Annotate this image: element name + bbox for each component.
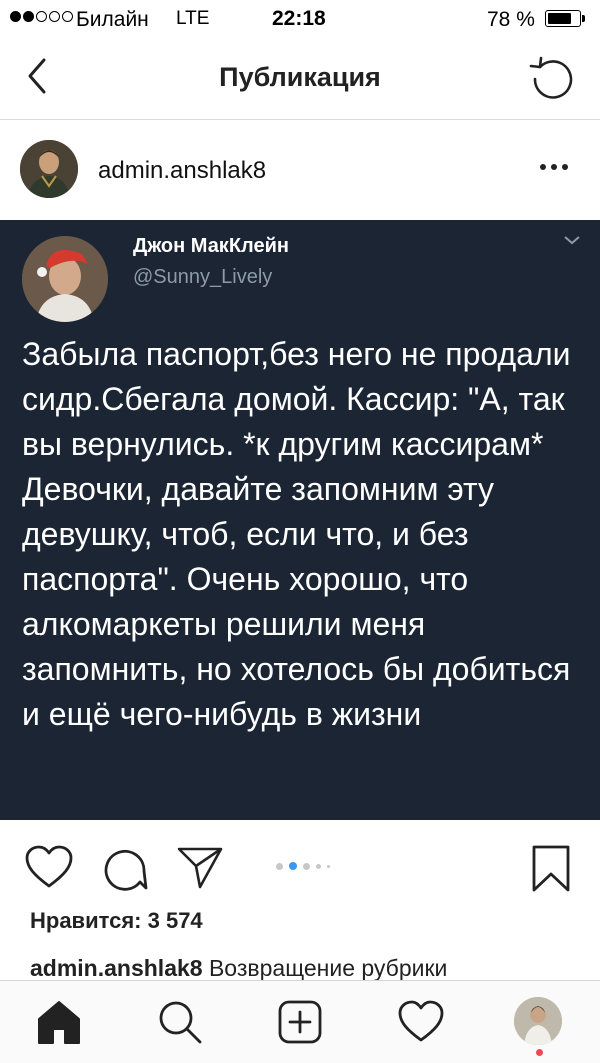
send-icon (177, 847, 223, 889)
status-bar: Билайн LTE 22:18 78 % (0, 0, 600, 40)
carousel-dot (316, 863, 321, 869)
home-icon (38, 1001, 80, 1044)
likes-count[interactable]: Нравится: 3 574 (30, 908, 203, 934)
tab-home[interactable] (35, 999, 83, 1045)
status-time: 22:18 (272, 7, 326, 30)
post-actions (0, 822, 600, 912)
post-header: admin.anshlak8 (0, 121, 600, 219)
nav-header: Публикация (0, 40, 600, 120)
carousel-indicator (276, 862, 330, 870)
chevron-down-icon (564, 236, 580, 245)
tab-search[interactable] (156, 999, 204, 1045)
add-icon (278, 1000, 322, 1044)
avatar[interactable] (20, 140, 78, 198)
tab-activity[interactable] (397, 999, 445, 1045)
profile-avatar-icon (514, 997, 562, 1045)
search-icon (159, 1001, 202, 1044)
tab-profile[interactable] (514, 997, 562, 1045)
refresh-button[interactable] (527, 54, 577, 104)
save-button[interactable] (531, 844, 571, 894)
battery-percent: 78 % (487, 8, 535, 31)
page-title: Публикация (219, 62, 381, 92)
refresh-icon (529, 56, 573, 99)
battery-icon (545, 10, 585, 27)
comment-icon (104, 850, 148, 891)
tweet-text: Забыла паспорт,без него не продали сидр.… (22, 336, 571, 732)
post-caption: admin.anshlak8 Возвращение рубрики (30, 955, 447, 982)
tweet-author-name: Джон МакКлейн (133, 235, 289, 257)
carousel-dot (303, 862, 310, 870)
tweet-avatar (22, 236, 108, 322)
carousel-dot (276, 862, 283, 870)
share-button[interactable] (176, 844, 224, 890)
like-button[interactable] (24, 844, 74, 890)
heart-icon (25, 845, 73, 888)
comment-button[interactable] (100, 844, 150, 894)
post-image[interactable]: Джон МакКлейн @Sunny_Lively Забыла паспо… (0, 220, 600, 820)
network-type: LTE (176, 8, 210, 29)
signal-strength-icon (10, 11, 73, 22)
carousel-dot (327, 864, 330, 868)
post-username[interactable]: admin.anshlak8 (98, 157, 266, 185)
caption-text: Возвращение рубрики (208, 955, 448, 981)
bottom-tab-bar (0, 980, 600, 1063)
carousel-dot-active (289, 862, 297, 870)
tab-new-post[interactable] (276, 999, 324, 1045)
bookmark-icon (532, 845, 570, 892)
notification-dot (536, 1049, 543, 1056)
tweet-author-handle: @Sunny_Lively (133, 266, 273, 288)
more-options-button[interactable] (540, 157, 576, 177)
caption-username[interactable]: admin.anshlak8 (30, 955, 203, 981)
carrier-name: Билайн (76, 8, 149, 31)
heart-icon (398, 1000, 444, 1042)
